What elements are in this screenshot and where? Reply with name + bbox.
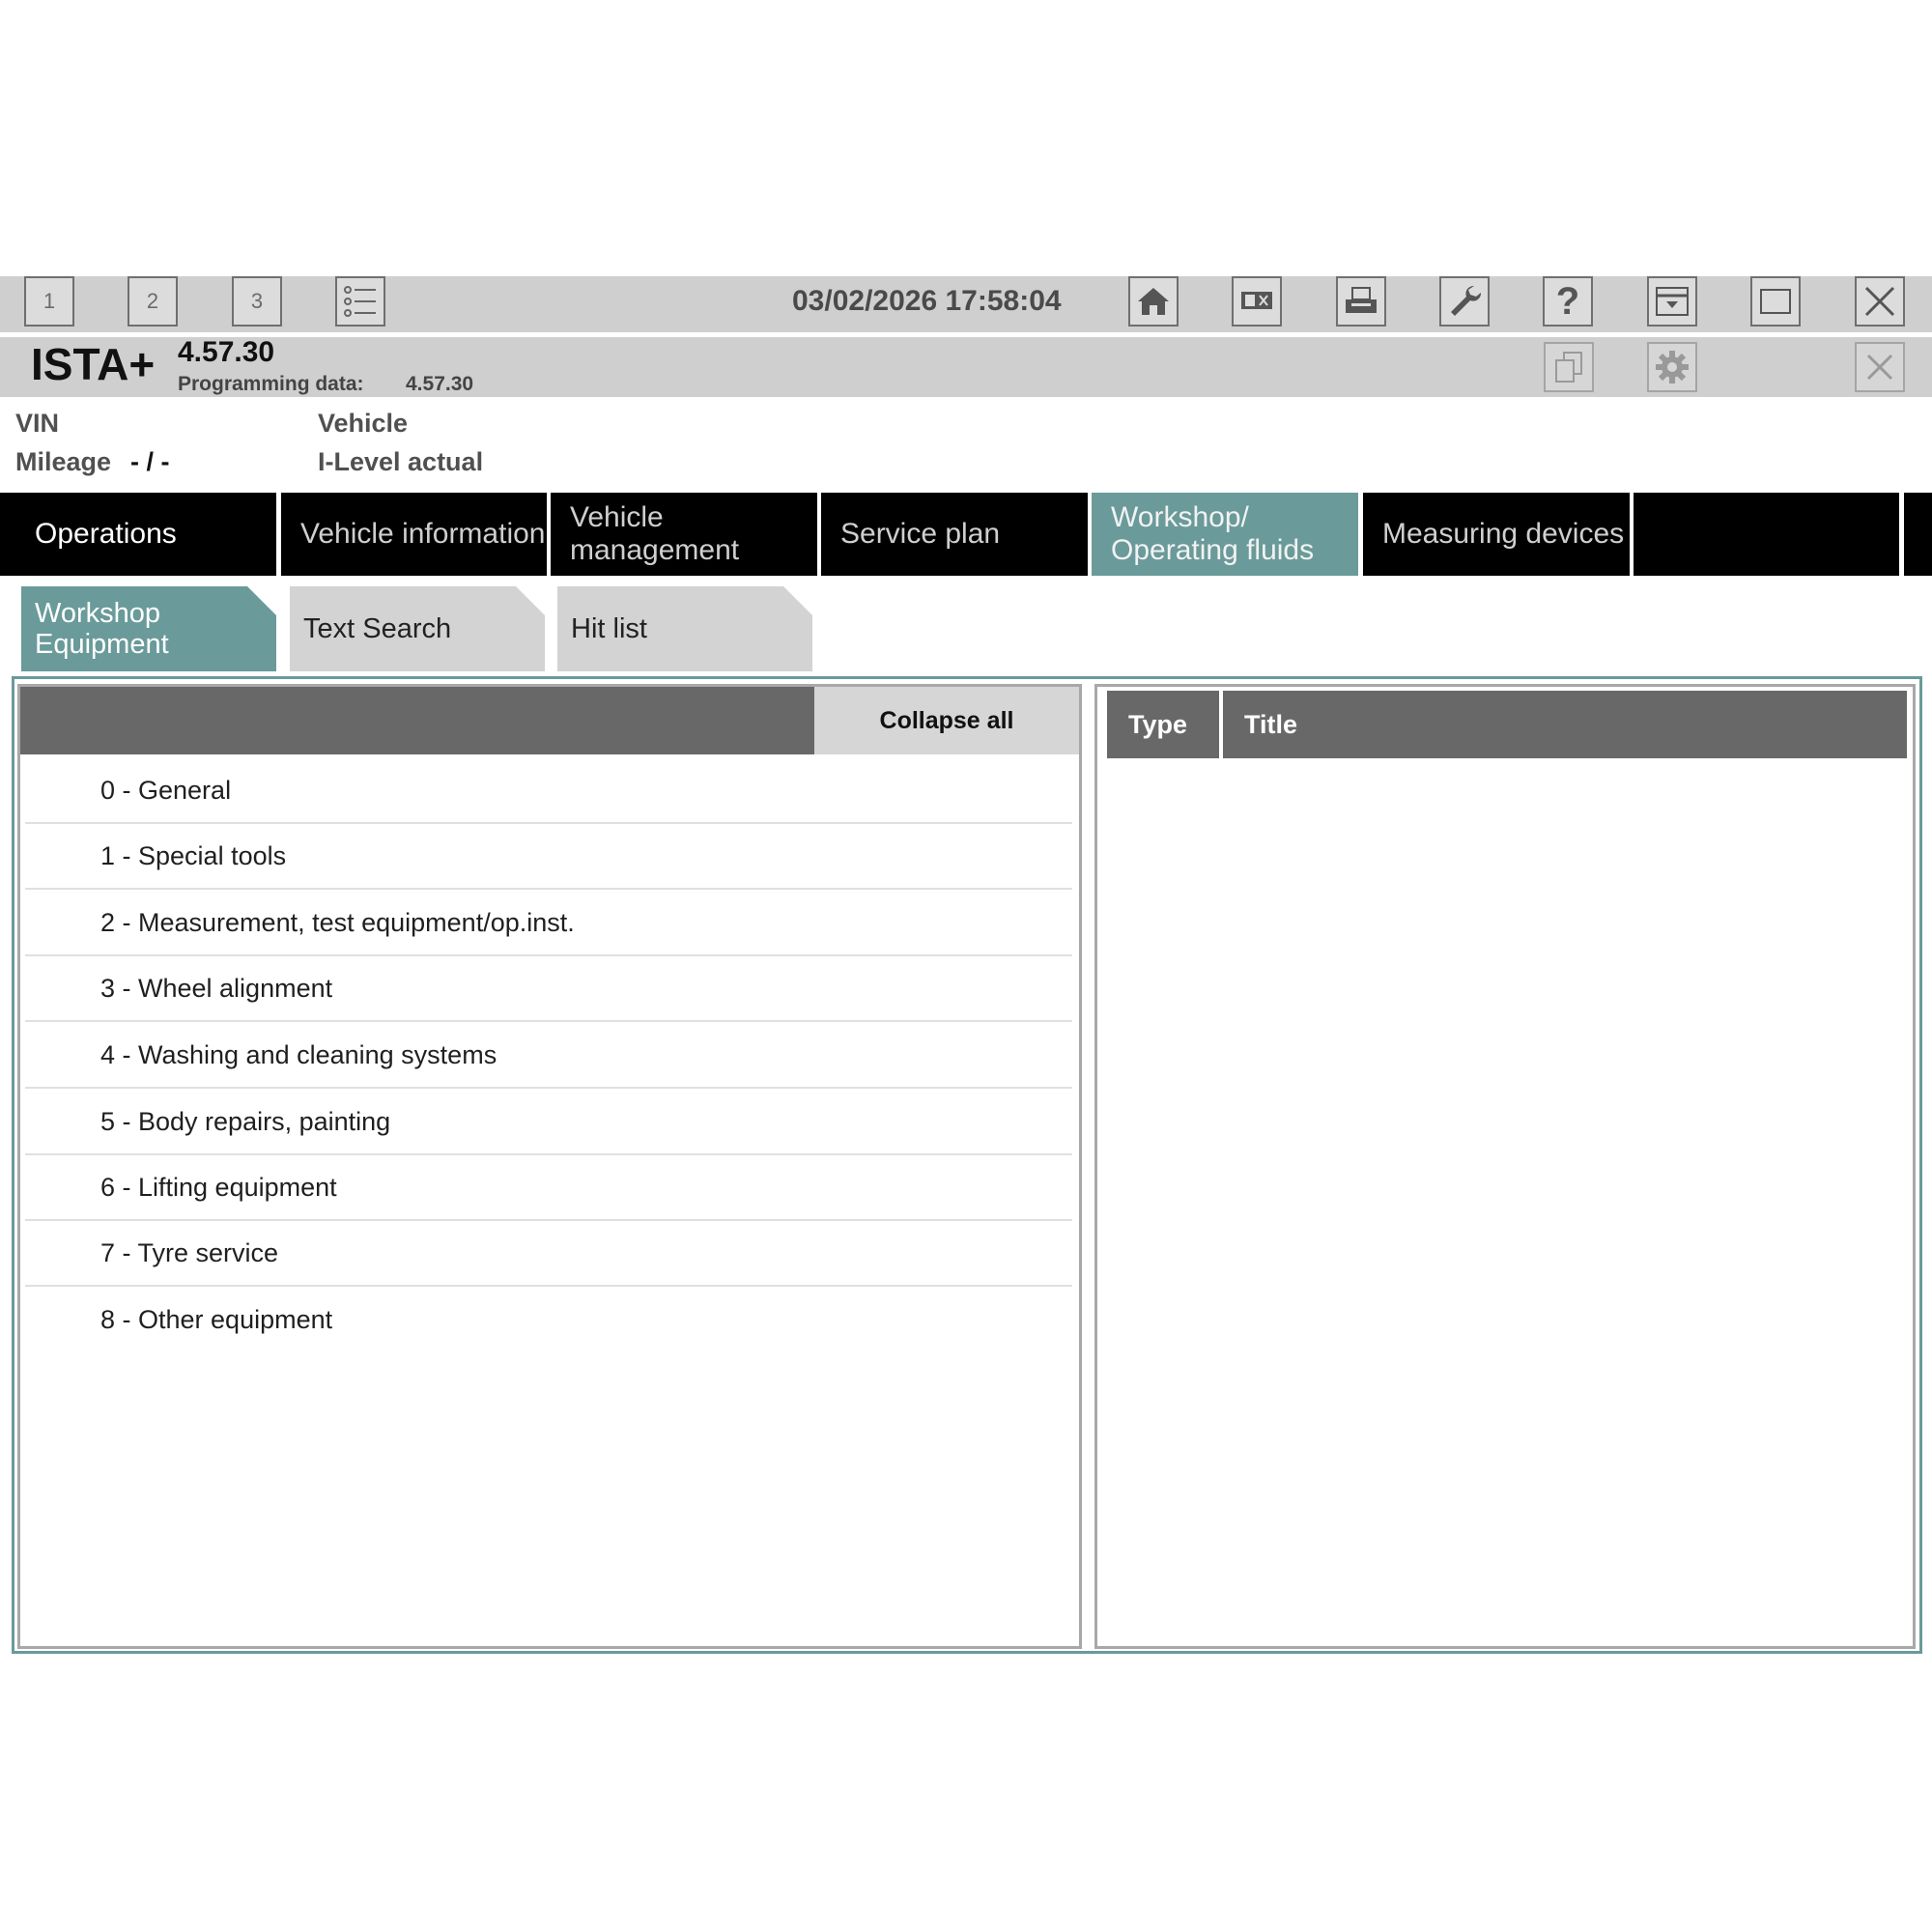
subtab-text-search[interactable]: Text Search [290, 586, 545, 671]
column-header-title[interactable]: Title [1223, 691, 1907, 758]
list-item-label: 3 - Wheel alignment [100, 973, 333, 1003]
mileage-value: - / - [130, 447, 170, 476]
settings-button[interactable] [1647, 342, 1697, 392]
settings-gear-icon [1656, 351, 1689, 384]
list-item[interactable]: 8 - Other equipment [25, 1287, 1072, 1352]
home-button[interactable] [1128, 276, 1179, 327]
print-icon [1346, 287, 1377, 313]
tab-vehicle-management-label: Vehicle management [570, 501, 740, 566]
session-2-label: 2 [146, 289, 159, 313]
session-3-button[interactable]: 3 [232, 276, 282, 327]
tab-vehicle-information[interactable]: Vehicle information [281, 493, 547, 576]
tab-workshop-operating-fluids-label: Workshop/ Operating fluids [1111, 501, 1315, 566]
minimize-icon [1656, 287, 1689, 316]
column-header-title-label: Title [1244, 709, 1298, 739]
subtab-workshop-equipment-label: Workshop Equipment [35, 598, 169, 660]
help-button[interactable]: ? [1543, 276, 1593, 327]
tab-overflow [1904, 493, 1932, 576]
help-icon: ? [1555, 279, 1580, 323]
subtab-hit-list[interactable]: Hit list [557, 586, 812, 671]
list-item[interactable]: 7 - Tyre service [25, 1221, 1072, 1287]
programming-data-value: 4.57.30 [406, 373, 474, 395]
print-button[interactable] [1336, 276, 1386, 327]
list-item[interactable]: 4 - Washing and cleaning systems [25, 1023, 1072, 1089]
datetime-display: 03/02/2026 17:58:04 [792, 285, 1062, 317]
list-item-label: 0 - General [100, 775, 232, 805]
tab-vehicle-management[interactable]: Vehicle management [551, 493, 817, 576]
tab-vehicle-information-label: Vehicle information [300, 518, 546, 550]
column-header-type-label: Type [1128, 709, 1188, 739]
list-item-label: 8 - Other equipment [100, 1304, 333, 1334]
display-split-button[interactable] [1232, 276, 1282, 327]
list-item[interactable]: 6 - Lifting equipment [25, 1155, 1072, 1221]
subtab-hit-list-label: Hit list [571, 613, 647, 644]
list-item-label: 4 - Washing and cleaning systems [100, 1039, 497, 1069]
list-item-label: 6 - Lifting equipment [100, 1172, 337, 1202]
list-item[interactable]: 0 - General [25, 758, 1072, 824]
list-item-label: 1 - Special tools [100, 840, 287, 870]
wrench-icon [1451, 285, 1482, 316]
tab-empty[interactable] [1634, 493, 1899, 576]
list-item-label: 5 - Body repairs, painting [100, 1106, 391, 1136]
list-item-label: 2 - Measurement, test equipment/op.inst. [100, 907, 575, 937]
display-split-icon [1241, 292, 1272, 309]
collapse-all-button[interactable]: Collapse all [814, 687, 1079, 754]
close-panel-button[interactable] [1855, 342, 1905, 392]
subtab-workshop-equipment[interactable]: Workshop Equipment [21, 586, 276, 671]
session-2-button[interactable]: 2 [128, 276, 178, 327]
list-item[interactable]: 5 - Body repairs, painting [25, 1090, 1072, 1155]
tab-measuring-devices-label: Measuring devices [1382, 518, 1625, 550]
app-version: 4.57.30 [178, 336, 275, 368]
vehicle-label: Vehicle [318, 409, 409, 438]
results-panel [1094, 684, 1916, 1649]
tab-operations[interactable]: Operations [0, 493, 276, 576]
home-icon [1138, 288, 1169, 315]
list-item[interactable]: 2 - Measurement, test equipment/op.inst. [25, 891, 1072, 956]
maximize-icon [1760, 289, 1791, 314]
close-icon [1866, 354, 1893, 381]
session-3-label: 3 [250, 289, 264, 313]
tab-operations-label: Operations [35, 518, 177, 550]
tab-service-plan-label: Service plan [840, 518, 1001, 550]
minimize-button[interactable] [1647, 276, 1697, 327]
ilevel-label: I-Level actual [318, 447, 484, 476]
copy-documents-button[interactable] [1544, 342, 1594, 392]
copy-documents-icon [1555, 352, 1582, 383]
subtab-text-search-label: Text Search [303, 613, 452, 644]
session-1-button[interactable]: 1 [24, 276, 74, 327]
maximize-button[interactable] [1750, 276, 1801, 327]
list-item[interactable]: 3 - Wheel alignment [25, 956, 1072, 1022]
wrench-button[interactable] [1439, 276, 1490, 327]
list-icon [344, 286, 376, 317]
list-button[interactable] [335, 276, 385, 327]
tab-measuring-devices[interactable]: Measuring devices [1363, 493, 1630, 576]
session-1-label: 1 [43, 289, 56, 313]
close-icon [1864, 286, 1895, 317]
mileage-label: Mileage [15, 447, 112, 476]
programming-data-label: Programming data: [178, 373, 364, 395]
app-title: ISTA+ [31, 339, 156, 389]
vin-label: VIN [15, 409, 60, 438]
tab-workshop-operating-fluids[interactable]: Workshop/ Operating fluids [1092, 493, 1358, 576]
list-item[interactable]: 1 - Special tools [25, 824, 1072, 890]
column-header-type[interactable]: Type [1107, 691, 1219, 758]
close-window-button[interactable] [1855, 276, 1905, 327]
list-item-label: 7 - Tyre service [100, 1237, 279, 1267]
tab-service-plan[interactable]: Service plan [821, 493, 1088, 576]
